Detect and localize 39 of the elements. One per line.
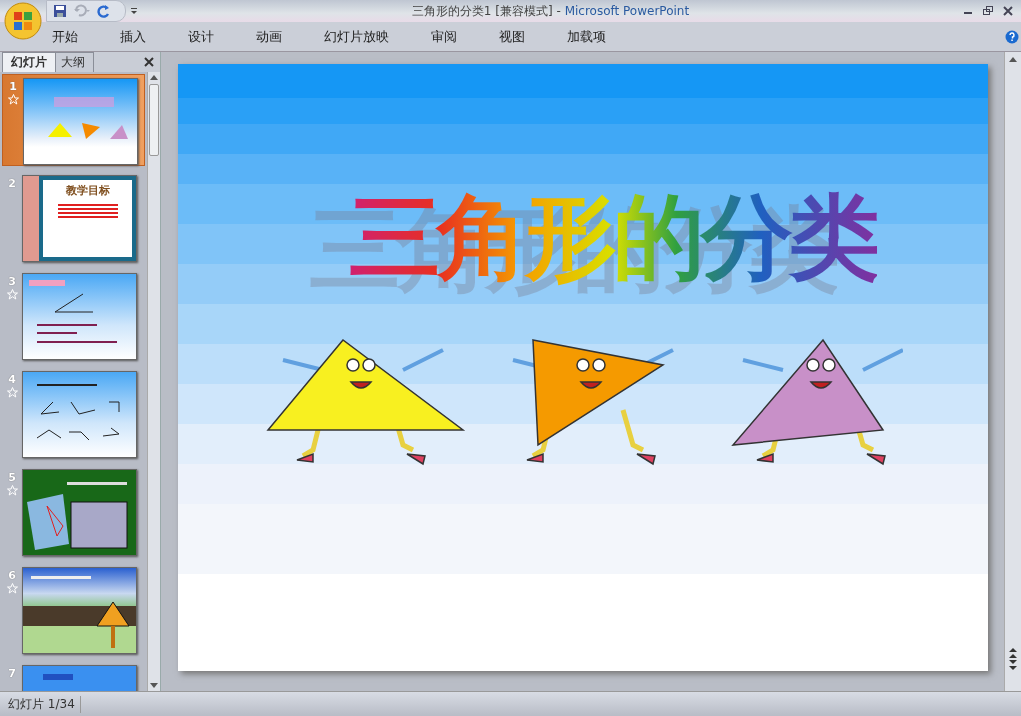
slide-thumbnail[interactable]: [22, 371, 137, 458]
ribbon-tab[interactable]: 审阅: [425, 24, 463, 49]
panel-tab[interactable]: 幻灯片: [2, 52, 56, 72]
ribbon-tab[interactable]: 视图: [493, 24, 531, 49]
slide-thumbnail[interactable]: [22, 469, 137, 556]
window-title: 三角形的分类1 [兼容模式] - Microsoft PowerPoint: [410, 2, 691, 20]
close-icon[interactable]: [144, 57, 154, 67]
close-icon[interactable]: [1003, 6, 1013, 16]
slide-number: 1: [9, 80, 17, 93]
slide-thumbnail[interactable]: [22, 567, 137, 654]
ribbon-tab[interactable]: 加载项: [561, 24, 612, 49]
slide-title: 教学目标: [65, 183, 110, 198]
slide-number: 5: [8, 471, 16, 484]
slide-thumbnail[interactable]: [23, 78, 138, 165]
slide-number: 6: [8, 569, 16, 582]
slide-thumbnail[interactable]: 教学目标: [22, 175, 137, 262]
next-slide-icon[interactable]: [1008, 659, 1018, 671]
slide-number: 3: [8, 275, 16, 288]
slide-thumbnail[interactable]: [22, 273, 137, 360]
ribbon-tab[interactable]: 幻灯片放映: [318, 24, 395, 49]
scrollbar[interactable]: [147, 72, 160, 691]
scrollbar[interactable]: [1004, 52, 1021, 691]
previous-slide-icon[interactable]: [1008, 647, 1018, 659]
save-icon[interactable]: [53, 4, 67, 18]
scroll-up-icon[interactable]: [1008, 55, 1018, 63]
redo-icon[interactable]: [97, 4, 111, 18]
ribbon-tab[interactable]: 插入: [114, 24, 152, 49]
customize-dropdown-icon[interactable]: [130, 7, 138, 15]
slide-number: 2: [8, 177, 16, 190]
ribbon-tab[interactable]: 动画: [250, 24, 288, 49]
help-icon[interactable]: [1005, 29, 1019, 44]
scroll-thumb[interactable]: [149, 84, 159, 156]
slide-number: 4: [8, 373, 16, 386]
ribbon-tab[interactable]: 设计: [182, 24, 220, 49]
restore-icon[interactable]: [983, 6, 993, 16]
text-lines: [57, 204, 118, 218]
slide-indicator: 幻灯片 1/34: [0, 695, 81, 713]
slide-number: 7: [8, 667, 16, 680]
ribbon-tab[interactable]: 开始: [46, 24, 84, 49]
